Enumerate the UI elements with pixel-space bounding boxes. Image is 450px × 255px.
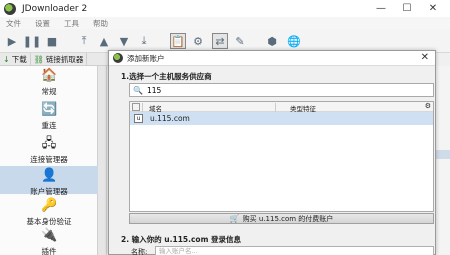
title-bar: JDownloader 2 — ☐ ✕ — [0, 0, 450, 17]
window-title: JDownloader 2 — [22, 3, 88, 14]
jdownloader-logo-icon — [113, 53, 123, 63]
shopping-cart-icon: 🛒 — [229, 214, 240, 223]
reconnect-toggle-icon[interactable]: ⇄ — [212, 33, 228, 49]
hoster-search-input[interactable] — [146, 85, 427, 95]
buy-premium-label: 购买 u.115.com 的付费账户 — [242, 214, 334, 223]
basic-auth-icon: 🔑 — [41, 198, 58, 213]
sidebar-item-account-manager[interactable]: 👤 账户管理器 — [0, 166, 98, 196]
clipboard-icon[interactable]: 📋 — [170, 33, 186, 49]
sidebar-item-label: 插件 — [41, 247, 57, 255]
maximize-button[interactable]: ☐ — [394, 0, 420, 17]
step1-heading: 1.选择一个主机服务供应商 — [121, 72, 212, 81]
close-button[interactable]: ✕ — [420, 0, 446, 17]
move-top-icon[interactable]: ⤒ — [76, 33, 92, 49]
table-row[interactable]: u u.115.com — [130, 112, 433, 125]
add-account-dialog: 添加新账户 ✕ 1.选择一个主机服务供应商 🔍 域名 类型特征 ⚙ u u.11… — [108, 50, 436, 255]
connection-manager-icon: 🖧 — [41, 136, 57, 151]
sidebar-item-label: 重连 — [41, 121, 57, 130]
sidebar-scrollbar[interactable] — [98, 66, 107, 255]
minimize-button[interactable]: — — [368, 0, 394, 17]
plugin-icon: 🔌 — [41, 228, 58, 243]
table-header: 域名 类型特征 ⚙ — [130, 102, 433, 113]
hoster-search-box[interactable]: 🔍 — [129, 83, 434, 97]
sidebar-item-label: 账户管理器 — [30, 187, 68, 196]
dialog-title-bar: 添加新账户 ✕ — [109, 51, 435, 66]
menu-help[interactable]: 帮助 — [93, 18, 108, 29]
pause-icon[interactable]: ❚❚ — [23, 33, 41, 49]
jdownloader-logo-icon — [4, 2, 16, 15]
hoster-domain: u.115.com — [150, 114, 190, 123]
silent-mode-icon[interactable]: ✎ — [232, 33, 248, 49]
sidebar-item-connection-manager[interactable]: 🖧 连接管理器 — [0, 136, 98, 164]
link-icon: ⛓ — [33, 54, 44, 64]
menu-tools[interactable]: 工具 — [64, 18, 79, 29]
home-icon: 🏠 — [41, 68, 58, 83]
settings-panel-edge — [436, 66, 450, 255]
tab-downloads-label: 下载 — [11, 54, 27, 64]
premium-icon[interactable]: ⚙ — [190, 33, 206, 49]
download-arrow-icon: ↓ — [3, 54, 10, 64]
sidebar-item-basic-auth[interactable]: 🔑 基本身份验证 — [0, 198, 98, 226]
move-bottom-icon[interactable]: ⤓ — [136, 33, 152, 49]
search-icon: 🔍 — [133, 85, 143, 95]
tab-linkgrabber-label: 链接抓取器 — [45, 54, 84, 64]
sidebar-item-plugins[interactable]: 🔌 插件 — [0, 228, 98, 255]
column-settings-icon[interactable]: ⚙ — [425, 102, 431, 110]
sidebar-item-reconnect[interactable]: 🔄 重连 — [0, 102, 98, 132]
stop-icon[interactable]: ■ — [44, 33, 60, 49]
menu-bar: 文件 设置 工具 帮助 — [0, 17, 450, 29]
sidebar-item-general[interactable]: 🏠 常规 — [0, 68, 98, 98]
account-manager-icon: 👤 — [41, 168, 58, 183]
settings-sidebar: 🏠 常规 🔄 重连 🖧 连接管理器 👤 账户管理器 🔑 基本身份验证 🔌 插件 — [0, 66, 98, 255]
close-icon[interactable]: ✕ — [421, 52, 429, 63]
move-up-icon[interactable]: ▲ — [96, 33, 112, 49]
menu-file[interactable]: 文件 — [6, 18, 21, 29]
dialog-title: 添加新账户 — [127, 53, 165, 63]
buy-premium-button[interactable]: 🛒 购买 u.115.com 的付费账户 — [129, 213, 434, 224]
account-name-input[interactable]: 输入账户名... — [155, 246, 434, 255]
hoster-favicon-icon: u — [134, 114, 143, 123]
step2-heading: 2. 输入你的 u.115.com 登录信息 — [121, 235, 242, 244]
sidebar-item-label: 基本身份验证 — [26, 217, 72, 226]
main-tabs: ↓ 下载 ⛓ 链接抓取器 — [0, 53, 110, 66]
globe-icon[interactable]: 🌐 — [286, 33, 302, 49]
account-name-row: 名称: 输入账户名... — [129, 246, 434, 255]
update-icon[interactable]: ⬢ — [264, 33, 280, 49]
icon-column-header — [132, 103, 140, 111]
tab-downloads[interactable]: ↓ 下载 — [0, 53, 31, 65]
selected-row-edge — [436, 150, 450, 159]
hoster-table: 域名 类型特征 ⚙ u u.115.com — [129, 101, 434, 212]
account-name-label: 名称: — [131, 248, 148, 255]
tab-linkgrabber[interactable]: ⛓ 链接抓取器 — [31, 53, 88, 65]
menu-settings[interactable]: 设置 — [35, 18, 50, 29]
sidebar-item-label: 常规 — [41, 87, 57, 96]
sidebar-item-label: 连接管理器 — [30, 155, 68, 164]
play-icon[interactable]: ▶ — [4, 33, 20, 49]
reconnect-icon: 🔄 — [41, 102, 58, 117]
window-controls: — ☐ ✕ — [368, 0, 446, 17]
move-down-icon[interactable]: ▼ — [116, 33, 132, 49]
